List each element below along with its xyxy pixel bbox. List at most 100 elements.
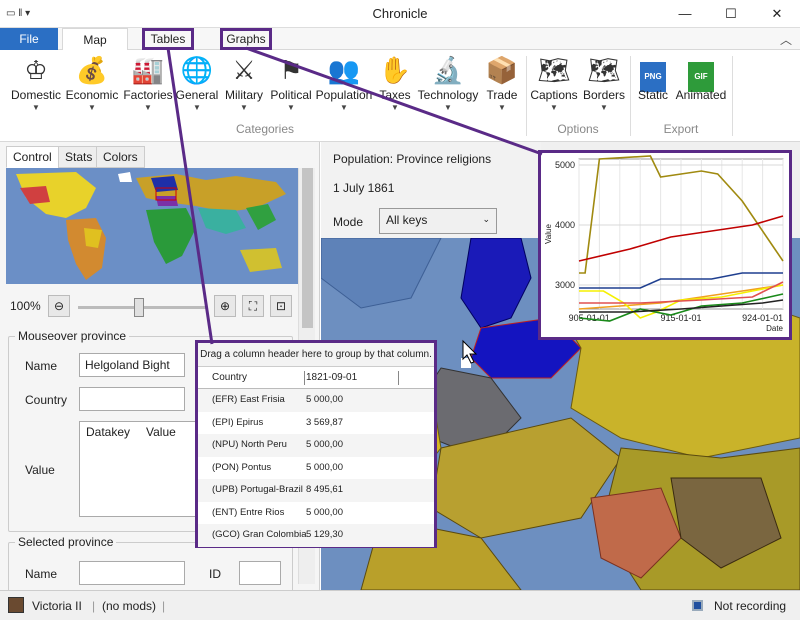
tab-graphs[interactable]: Graphs (220, 28, 272, 50)
technology-label: Technology (417, 88, 479, 102)
borders-label: Borders (582, 88, 626, 102)
gif-file-icon: GIF (674, 54, 728, 92)
recording-status: Not recording (714, 599, 787, 613)
y-tick-label: 3000 (555, 280, 575, 290)
reset-view-button[interactable]: ⊡ (270, 295, 292, 317)
table-row[interactable]: (UPB) Portugal-Brazil 8 495,61 (198, 479, 434, 502)
animated-label: Animated (675, 88, 727, 102)
mode-select[interactable]: All keys ⌄ (379, 208, 497, 234)
maximize-button[interactable]: ☐ (708, 0, 754, 28)
general-button[interactable]: 🌐 General ▼ (174, 54, 220, 112)
factory-icon: 🏭 (131, 55, 165, 85)
tab-control[interactable]: Control (6, 146, 59, 168)
chevron-down-icon: ▼ (193, 103, 201, 112)
collapse-ribbon-icon[interactable]: ︿ (780, 31, 792, 48)
mode-value: All keys (386, 213, 428, 227)
political-button[interactable]: ⚑ Political ▼ (268, 54, 314, 112)
tab-stats[interactable]: Stats (58, 146, 100, 168)
value-cell: 8 495,61 (306, 484, 343, 495)
ribbon: ♔ Domestic ▼ 💰 Economic ▼ 🏭 Factories ▼ … (0, 50, 800, 142)
country-cell: (NPU) North Peru (212, 439, 287, 450)
animated-export-button[interactable]: GIF Animated (674, 54, 728, 102)
taxes-button[interactable]: ✋ Taxes ▼ (376, 54, 414, 112)
png-file-icon: PNG (634, 54, 672, 92)
table-row[interactable]: (ENT) Entre Rios 5 000,00 (198, 502, 434, 525)
static-export-button[interactable]: PNG Static (634, 54, 672, 102)
captions-button[interactable]: 🗺 Captions ▼ (528, 54, 580, 112)
selected-title: Selected province (15, 535, 117, 549)
line-chart[interactable]: 300040005000905-01-01 915-01-01 924-01-01V… (541, 153, 789, 337)
country-column-header[interactable]: Country (212, 367, 247, 389)
table-row[interactable]: (NPU) North Peru 5 000,00 (198, 434, 434, 457)
zoom-slider[interactable] (78, 298, 206, 317)
date-column-header[interactable]: 1821-09-01 (306, 367, 357, 389)
record-icon[interactable] (692, 600, 703, 611)
scrollbar-thumb[interactable] (302, 168, 313, 328)
map-title: Population: Province religions (333, 152, 492, 166)
microscope-icon: 🔬 (431, 55, 465, 85)
people-icon: 👥 (327, 55, 361, 85)
country-cell: (PON) Pontus (212, 461, 272, 473)
graph-overlay: 3000 4000 5000 905-01-01 915-01-01 924-01-01 V… (538, 150, 792, 340)
y-tick-label: 5000 (555, 160, 575, 170)
x-tick-label: 924-01-01 (742, 313, 783, 323)
zoom-level: 100% (10, 299, 41, 313)
selected-name-label: Name (25, 567, 58, 581)
selected-name-field[interactable] (79, 561, 185, 585)
id-label: ID (209, 567, 221, 581)
categories-group-label: Categories (235, 122, 295, 136)
chevron-down-icon: ▼ (498, 103, 506, 112)
table-row[interactable]: (PON) Pontus 5 000,00 (198, 457, 434, 480)
zoom-out-button[interactable]: ⊖ (48, 295, 70, 317)
tab-tables[interactable]: Tables (142, 28, 194, 50)
military-button[interactable]: ⚔ Military ▼ (222, 54, 266, 112)
name-label: Name (25, 359, 58, 373)
flag-icon: ⚑ (279, 55, 303, 85)
table-row[interactable]: (EFR) East Frisia 5 000,00 (198, 389, 434, 412)
tab-file[interactable]: File (0, 28, 58, 50)
cannon-icon: ⚔ (232, 55, 256, 85)
datakey-grid[interactable]: Datakey Value (79, 421, 209, 517)
factories-label: Factories (123, 88, 173, 102)
population-button[interactable]: 👥 Population ▼ (314, 54, 374, 112)
taxes-icon: ✋ (378, 55, 412, 85)
technology-button[interactable]: 🔬 Technology ▼ (416, 54, 480, 112)
military-label: Military (225, 88, 263, 102)
table-row[interactable]: (EPI) Epirus 3 569,87 (198, 412, 434, 435)
ribbon-divider (630, 56, 631, 136)
world-minimap[interactable] (6, 168, 298, 284)
fit-view-button[interactable]: ⛶ (242, 295, 264, 317)
value-header[interactable]: Value (140, 422, 176, 442)
mods-status: (no mods) (102, 599, 157, 613)
chevron-down-icon: ▼ (444, 103, 452, 112)
tab-map[interactable]: Map (62, 28, 128, 51)
zoom-in-button[interactable]: ⊕ (214, 295, 236, 317)
y-tick-label: 4000 (555, 220, 575, 230)
column-divider[interactable] (398, 371, 399, 385)
selected-id-field[interactable] (239, 561, 281, 585)
population-label: Population (315, 88, 373, 102)
mouseover-country-field[interactable] (79, 387, 185, 411)
trade-button[interactable]: 📦 Trade ▼ (482, 54, 522, 112)
x-axis-label: Date (766, 324, 783, 333)
mouseover-name-field[interactable]: Helgoland Bight (79, 353, 185, 377)
table-overlay: Drag a column header here to group by th… (195, 340, 437, 548)
domestic-button[interactable]: ♔ Domestic ▼ (8, 54, 64, 112)
zoom-slider-handle[interactable] (134, 298, 144, 317)
political-label: Political (270, 88, 312, 102)
minimize-button[interactable]: — (662, 0, 708, 28)
factories-button[interactable]: 🏭 Factories ▼ (122, 54, 174, 112)
economic-button[interactable]: 💰 Economic ▼ (64, 54, 120, 112)
static-label: Static (637, 88, 668, 102)
ribbon-divider (732, 56, 733, 136)
map-date: 1 July 1861 (333, 181, 395, 195)
borders-button[interactable]: 🗺 Borders ▼ (582, 54, 626, 112)
country-cell: (EPI) Epirus (212, 416, 264, 428)
tab-colors[interactable]: Colors (96, 146, 145, 168)
table-row[interactable]: (GCO) Gran Colombia 5 129,30 (198, 524, 434, 547)
datakey-header[interactable]: Datakey (80, 422, 130, 442)
group-by-hint[interactable]: Drag a column header here to group by th… (198, 343, 434, 367)
value-cell: 5 000,00 (306, 461, 343, 473)
column-divider[interactable] (304, 371, 305, 385)
close-button[interactable]: ✕ (754, 0, 800, 28)
